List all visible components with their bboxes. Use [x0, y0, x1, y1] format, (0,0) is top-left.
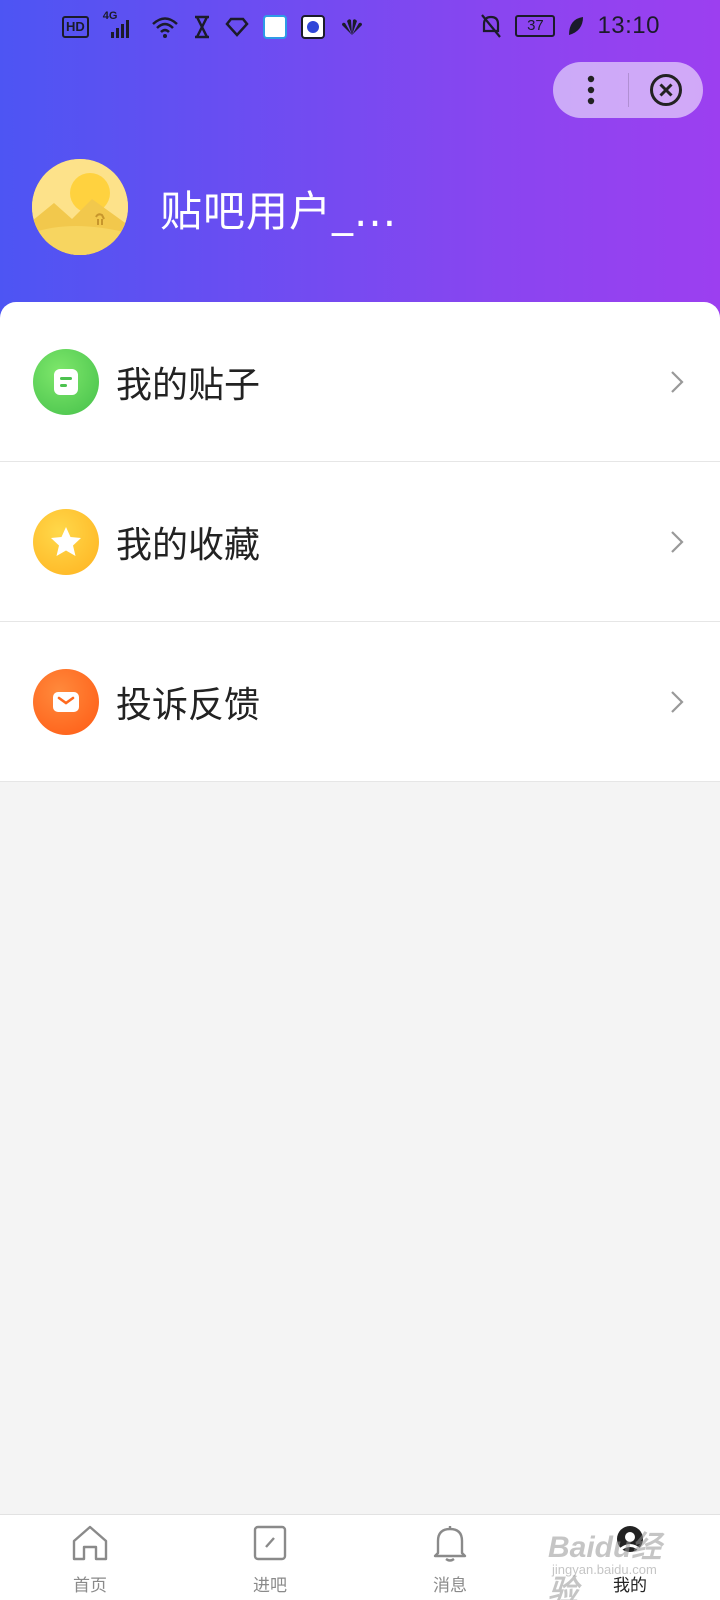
edit-box-icon — [253, 1525, 287, 1561]
screen: HD 4G 37 13:10 贴吧用户_... 我的贴子 我的收藏 投诉反馈 首… — [0, 0, 720, 1600]
tab-messages[interactable]: 消息 — [360, 1515, 540, 1600]
tab-home[interactable]: 首页 — [0, 1515, 180, 1600]
tab-enter-bar[interactable]: 进吧 — [180, 1515, 360, 1600]
chevron-right-icon — [671, 530, 684, 553]
menu-item-label: 我的收藏 — [116, 524, 261, 566]
username[interactable]: 贴吧用户_... — [160, 178, 397, 239]
status-left: HD 4G — [62, 10, 365, 40]
menu-item-label: 投诉反馈 — [116, 684, 261, 726]
status-right: 37 13:10 — [479, 12, 660, 40]
hd-badge: HD — [62, 16, 89, 38]
tab-label: 首页 — [73, 1576, 107, 1596]
star-icon — [33, 508, 99, 575]
mini-program-capsule — [553, 62, 703, 118]
close-button[interactable] — [629, 62, 703, 118]
huawei-icon — [341, 19, 362, 35]
menu-item-my-favorites[interactable]: 我的收藏 — [0, 462, 720, 622]
menu-item-label: 我的贴子 — [116, 364, 261, 406]
network-label: 4G — [102, 10, 118, 22]
post-icon — [33, 348, 99, 415]
battery-indicator: 37 — [515, 15, 556, 37]
chevron-right-icon — [671, 370, 684, 393]
wifi-icon — [151, 17, 178, 38]
mail-icon — [33, 668, 99, 735]
status-time: 13:10 — [597, 12, 660, 39]
mute-bell-icon — [481, 14, 502, 38]
more-vertical-icon — [587, 75, 594, 105]
tab-label: 消息 — [433, 1576, 467, 1596]
chevron-right-icon — [671, 690, 684, 713]
menu-list: 我的贴子 我的收藏 投诉反馈 — [0, 302, 720, 782]
menu-item-feedback[interactable]: 投诉反馈 — [0, 622, 720, 782]
watermark-subtext: jingyan.baidu.com — [552, 1562, 657, 1577]
close-circle-icon — [650, 74, 682, 106]
hourglass-icon — [194, 15, 209, 39]
bell-icon — [433, 1526, 467, 1562]
baidu-jingyan-watermark: Baidu经验 jingyan.baidu.com — [548, 1522, 688, 1600]
tab-label: 进吧 — [253, 1576, 287, 1596]
avatar[interactable] — [32, 159, 128, 255]
signal-icon: 4G — [103, 10, 137, 40]
leaf-icon — [569, 17, 584, 35]
diamond-icon — [225, 17, 249, 37]
app-badge-icon — [300, 15, 325, 39]
home-icon — [72, 1525, 108, 1561]
menu-item-my-posts[interactable]: 我的贴子 — [0, 302, 720, 462]
desert-avatar-icon — [32, 159, 128, 255]
status-bar: HD 4G 37 13:10 — [0, 0, 720, 56]
more-button[interactable] — [553, 62, 628, 118]
app-notification-icon — [262, 15, 287, 39]
